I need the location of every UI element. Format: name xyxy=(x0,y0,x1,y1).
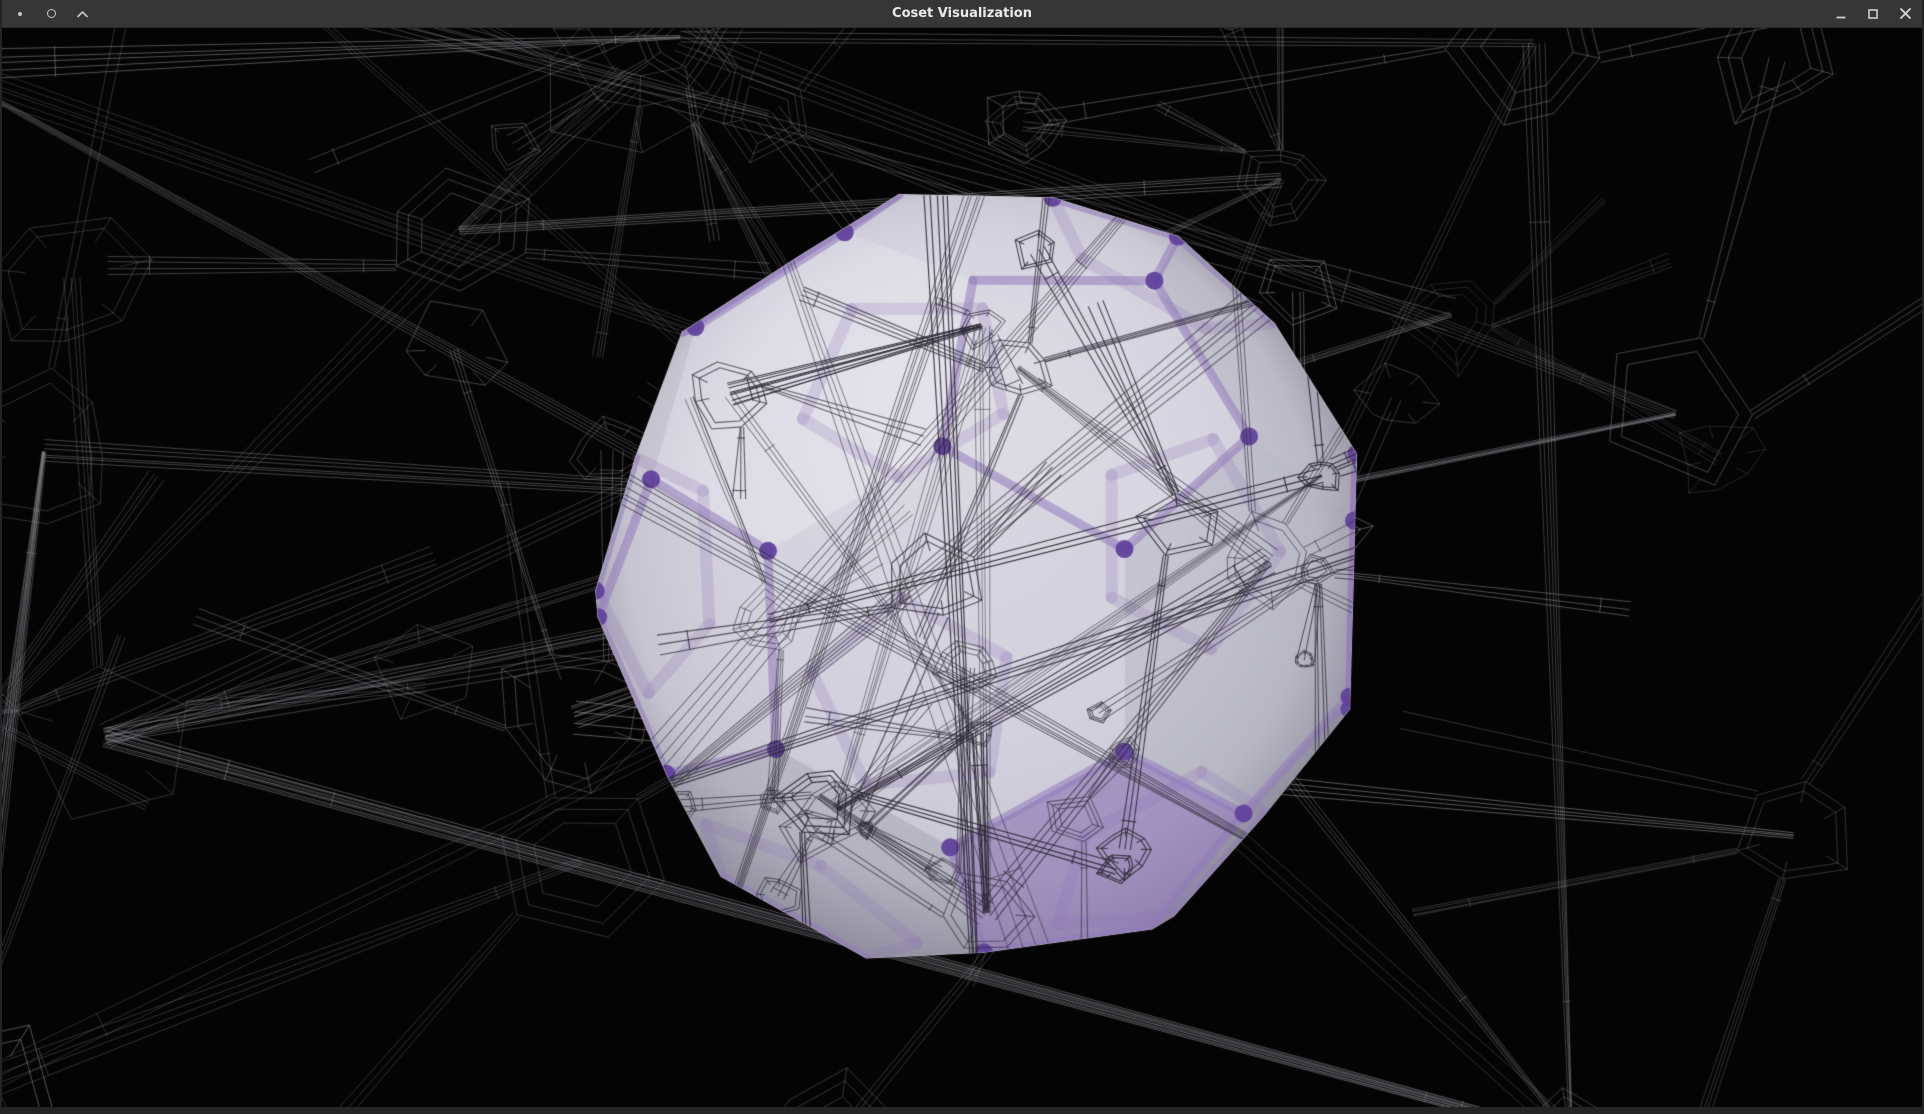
app-window: Coset Visualization xyxy=(0,0,1924,1114)
circle-icon[interactable] xyxy=(41,3,61,25)
dot-icon[interactable] xyxy=(10,3,30,25)
titlebar-left-icons xyxy=(2,3,92,25)
scene-viewport xyxy=(2,28,1922,1107)
maximize-icon xyxy=(1867,8,1879,20)
minimize-icon xyxy=(1835,8,1847,20)
close-icon xyxy=(1899,7,1912,20)
maximize-button[interactable] xyxy=(1863,3,1883,25)
window-title: Coset Visualization xyxy=(2,0,1922,28)
window-controls xyxy=(1831,3,1922,25)
coset-3d-canvas[interactable] xyxy=(2,28,1922,1107)
close-button[interactable] xyxy=(1895,3,1915,25)
chevron-up-glyph xyxy=(76,10,89,18)
window-border-bottom xyxy=(2,1107,1922,1114)
circle-glyph xyxy=(47,9,56,18)
titlebar: Coset Visualization xyxy=(2,0,1922,28)
dot-glyph xyxy=(18,12,22,16)
minimize-button[interactable] xyxy=(1831,3,1851,25)
chevron-up-icon[interactable] xyxy=(72,3,92,25)
